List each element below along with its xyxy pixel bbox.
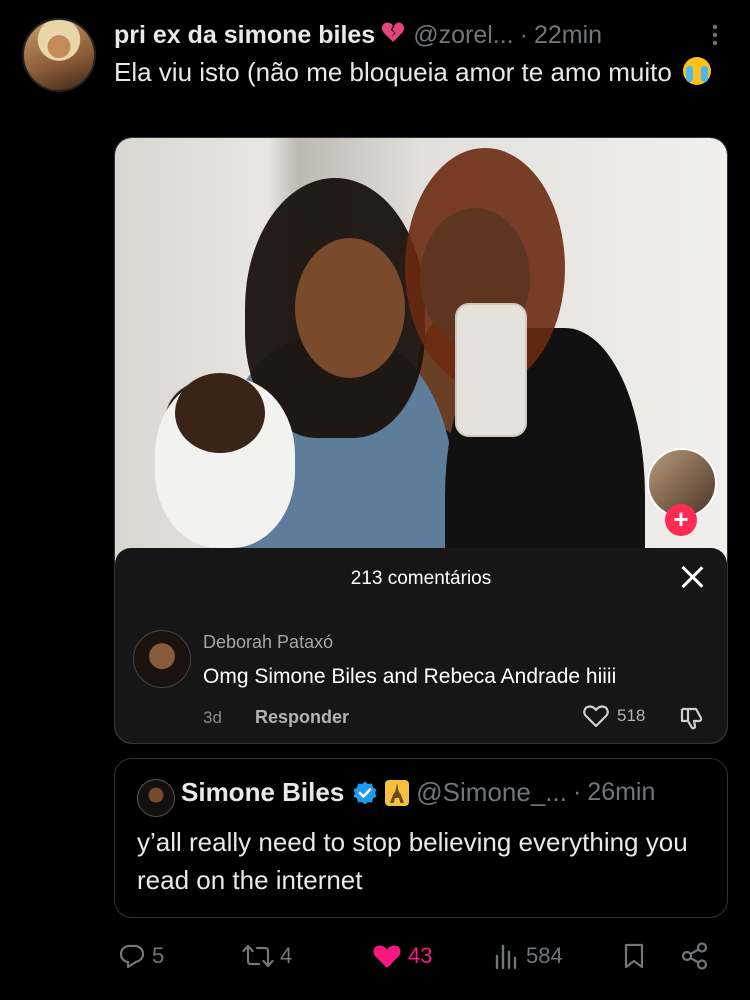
comment-like-count: 518 (617, 706, 646, 725)
author-avatar[interactable] (22, 18, 96, 92)
tweet-media[interactable]: + 213 comentários Deborah Pataxó Omg Sim… (114, 137, 728, 744)
like-count: 43 (408, 943, 433, 968)
verified-badge-icon (353, 781, 377, 804)
quoted-tweet-timestamp[interactable]: 26min (587, 778, 655, 807)
comment-text: Omg Simone Biles and Rebeca Andrade hiii… (203, 665, 617, 688)
quoted-author-avatar[interactable] (137, 779, 175, 817)
comments-count: 213 comentários (350, 568, 492, 589)
commenter-name[interactable]: Deborah Pataxó (203, 632, 333, 653)
repost-icon (242, 944, 274, 968)
reply-action[interactable]: 5 (118, 936, 164, 976)
reply-count: 5 (152, 943, 165, 968)
author-display-name[interactable]: pri ex da simone biles (114, 21, 375, 50)
comment-panel: 213 comentários Deborah Pataxó Omg Simon… (115, 548, 727, 743)
crying-face-icon (683, 57, 712, 85)
tweet-header: pri ex da simone biles @zorel... · 22min (114, 18, 730, 52)
separator-dot: · (519, 20, 528, 49)
more-options-icon[interactable] (700, 18, 730, 52)
bookmark-icon (624, 943, 644, 969)
views-count: 584 (526, 943, 563, 968)
repost-action[interactable]: 4 (242, 936, 292, 976)
bookmark-action[interactable] (622, 936, 646, 976)
tweet-text: Ela viu isto (não me bloqueia amor te am… (114, 54, 714, 90)
quoted-separator-dot: · (572, 778, 582, 806)
quoted-tweet-text: y’all really need to stop believing ever… (137, 827, 688, 895)
repost-count: 4 (280, 943, 293, 968)
eiffel-tower-icon (385, 779, 410, 806)
quoted-author-handle[interactable]: @Simone_... (416, 777, 567, 808)
quoted-tweet-header: Simone Biles @Simone_... · 26min (181, 777, 713, 808)
reply-icon (119, 944, 145, 969)
author-handle[interactable]: @zorel... (413, 21, 513, 50)
quoted-author-name[interactable]: Simone Biles (181, 777, 344, 808)
share-action[interactable] (680, 936, 710, 976)
dislike-icon[interactable] (679, 705, 705, 731)
heart-filled-icon (373, 945, 401, 968)
heart-outline-icon (583, 705, 609, 728)
tweet-timestamp[interactable]: 22min (534, 21, 602, 50)
comment-age: 3d (203, 708, 222, 727)
views-action[interactable]: 584 (494, 936, 563, 976)
share-icon (681, 942, 708, 970)
reply-button[interactable]: Responder (255, 707, 349, 728)
quoted-tweet[interactable]: Simone Biles @Simone_... · 26min y’all r… (114, 758, 728, 918)
like-action[interactable]: 43 (372, 936, 432, 976)
comment-like-button[interactable]: 518 (583, 704, 645, 728)
broken-heart-icon (381, 21, 405, 49)
tweet: pri ex da simone biles @zorel... · 22min… (0, 0, 750, 1000)
tweet-action-bar: 5 4 43 584 (114, 936, 728, 976)
follow-plus-button[interactable]: + (665, 504, 697, 536)
tweet-text-content: Ela viu isto (não me bloqueia amor te am… (114, 57, 672, 87)
close-icon[interactable] (679, 564, 705, 590)
commenter-avatar[interactable] (133, 630, 191, 688)
views-chart-icon (495, 944, 517, 970)
